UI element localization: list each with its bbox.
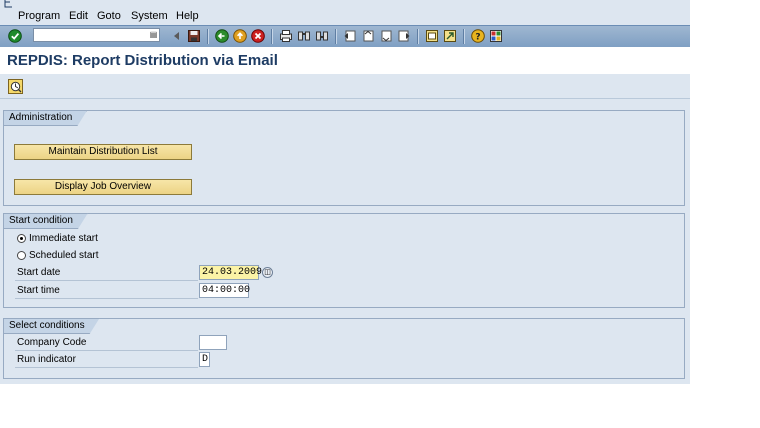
title-strip bbox=[0, 0, 690, 9]
last-page-icon[interactable] bbox=[397, 29, 411, 43]
enter-icon[interactable] bbox=[8, 29, 22, 43]
label-underline bbox=[15, 367, 198, 368]
standard-toolbar: ▤ ? bbox=[0, 25, 690, 48]
administration-group-title: Administration bbox=[3, 110, 87, 126]
print-icon[interactable] bbox=[279, 29, 293, 43]
menu-help[interactable]: Help bbox=[176, 10, 199, 22]
first-page-icon[interactable] bbox=[343, 29, 357, 43]
command-dropdown-icon[interactable]: ▤ bbox=[149, 30, 158, 40]
back-green-icon[interactable] bbox=[215, 29, 229, 43]
company-code-field[interactable] bbox=[199, 335, 227, 350]
toolbar-separator bbox=[417, 29, 419, 44]
back-arrow-icon[interactable] bbox=[170, 29, 184, 43]
start-time-field[interactable]: 04:00:00 bbox=[199, 283, 250, 298]
run-indicator-label: Run indicator bbox=[17, 354, 76, 365]
menu-edit[interactable]: Edit bbox=[69, 10, 88, 22]
svg-text:?: ? bbox=[475, 33, 480, 43]
execute-icon[interactable] bbox=[8, 79, 23, 94]
start-condition-group-title: Start condition bbox=[3, 213, 88, 229]
run-indicator-field[interactable]: D bbox=[199, 352, 210, 367]
menu-system[interactable]: System bbox=[131, 10, 168, 22]
start-date-label: Start date bbox=[17, 267, 61, 278]
toolbar-separator bbox=[271, 29, 273, 44]
display-job-overview-button[interactable]: Display Job Overview bbox=[14, 179, 192, 195]
title-bar: REPDIS: Report Distribution via Email bbox=[0, 47, 690, 74]
scheduled-start-label: Scheduled start bbox=[29, 250, 99, 261]
toolbar-separator bbox=[463, 29, 465, 44]
immediate-start-label: Immediate start bbox=[29, 233, 98, 244]
start-time-label: Start time bbox=[17, 285, 60, 296]
toolbar-separator bbox=[335, 29, 337, 44]
start-condition-group: Start condition Immediate start Schedule… bbox=[3, 213, 685, 308]
command-field[interactable]: ▤ bbox=[33, 28, 160, 42]
create-session-icon[interactable] bbox=[425, 29, 439, 43]
calendar-help-icon[interactable]: ◫ bbox=[262, 267, 273, 278]
menu-goto[interactable]: Goto bbox=[97, 10, 121, 22]
sap-window: Program Edit Goto System Help ▤ ? REPDIS… bbox=[0, 0, 690, 384]
administration-group: Administration Maintain Distribution Lis… bbox=[3, 110, 685, 206]
label-underline bbox=[15, 280, 198, 281]
scheduled-start-radio[interactable] bbox=[17, 251, 26, 260]
next-page-icon[interactable] bbox=[379, 29, 393, 43]
layout-icon[interactable] bbox=[489, 29, 503, 43]
window-icon bbox=[4, 0, 12, 8]
label-underline bbox=[15, 350, 198, 351]
company-code-label: Company Code bbox=[17, 337, 87, 348]
shortcut-icon[interactable] bbox=[443, 29, 457, 43]
find-icon[interactable] bbox=[297, 29, 311, 43]
select-conditions-group: Select conditions Company Code Run indic… bbox=[3, 318, 685, 379]
cancel-icon[interactable] bbox=[251, 29, 265, 43]
menu-program[interactable]: Program bbox=[18, 10, 60, 22]
maintain-distribution-list-button[interactable]: Maintain Distribution List bbox=[14, 144, 192, 160]
page-title: REPDIS: Report Distribution via Email bbox=[7, 52, 278, 69]
exit-icon[interactable] bbox=[233, 29, 247, 43]
save-icon[interactable] bbox=[187, 29, 201, 43]
help-icon[interactable]: ? bbox=[471, 29, 485, 43]
label-underline bbox=[15, 298, 198, 299]
find-next-icon[interactable] bbox=[315, 29, 329, 43]
prev-page-icon[interactable] bbox=[361, 29, 375, 43]
application-toolbar bbox=[0, 74, 690, 99]
toolbar-separator bbox=[207, 29, 209, 44]
start-date-field[interactable]: 24.03.2009 bbox=[199, 265, 262, 280]
select-conditions-group-title: Select conditions bbox=[3, 318, 100, 334]
menu-bar: Program Edit Goto System Help bbox=[0, 9, 690, 25]
immediate-start-radio[interactable] bbox=[17, 234, 26, 243]
